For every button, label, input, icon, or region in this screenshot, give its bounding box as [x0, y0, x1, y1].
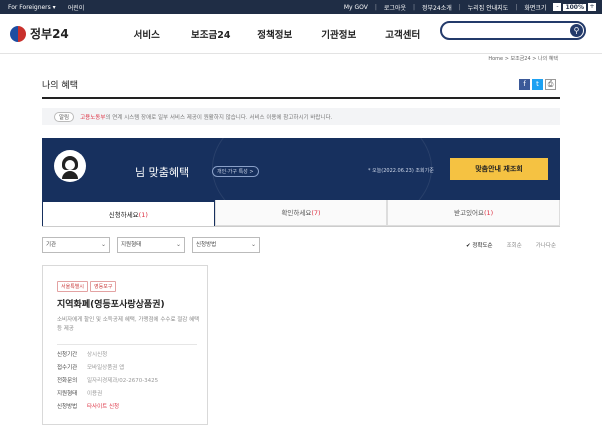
- info-row: 신청기간 상시신청: [57, 352, 108, 358]
- notice-text: 의 연계 시스템 장애로 일부 서비스 제공이 원활하지 않습니다. 서비스 이…: [105, 114, 333, 121]
- print-icon[interactable]: ⎙: [545, 79, 556, 90]
- notice-bar: 알림 고용노동부의 연계 시스템 장애로 일부 서비스 제공이 원활하지 않습니…: [42, 108, 560, 125]
- chevron-down-icon: ⌄: [250, 241, 256, 248]
- top-utility-bar: For Foreigners ▾ 어린이 My GOV | 로그아웃 | 정부2…: [0, 0, 602, 14]
- global-nav: 서비스 보조금24 정책정보 기관정보 고객센터: [115, 27, 435, 41]
- apply-method-link[interactable]: 타사이트 신청: [87, 401, 119, 414]
- mygov-link[interactable]: My GOV: [344, 4, 368, 11]
- benefit-banner: 님 맞춤혜택 개인·가구 특성 > * 오늘(2022.06.23) 조회기준 …: [42, 138, 560, 200]
- foreigners-link[interactable]: For Foreigners ▾: [8, 4, 56, 11]
- chevron-down-icon: ⌄: [175, 241, 181, 248]
- sort-options: ✔ 정확도순 조회순 가나다순: [466, 241, 556, 249]
- nav-service[interactable]: 서비스: [115, 27, 179, 41]
- region-tag: 서울특별시: [57, 281, 89, 292]
- taegeuk-icon: [10, 25, 26, 42]
- sort-accuracy[interactable]: ✔ 정확도순: [466, 241, 493, 249]
- avatar: [54, 150, 86, 182]
- query-date: * 오늘(2022.06.23) 조회기준: [368, 168, 434, 174]
- breadcrumb: Home > 보조금24 > 나의 혜택: [488, 56, 558, 62]
- notice-agency: 고용노동부: [80, 114, 106, 121]
- twitter-icon[interactable]: t: [532, 79, 543, 90]
- search-icon[interactable]: ⚲: [570, 24, 583, 37]
- mobile-link[interactable]: 어린이: [68, 3, 85, 12]
- divider: |: [458, 3, 461, 11]
- zoom-value: 100%: [563, 3, 586, 11]
- facebook-icon[interactable]: f: [519, 79, 530, 90]
- zoom-control: - 100% +: [553, 3, 596, 11]
- share-tools: f t ⎙: [519, 79, 556, 90]
- nav-subsidy[interactable]: 보조금24: [179, 27, 243, 41]
- info-row: 전화문의 일자리경제과/02-2670-3425: [57, 378, 159, 384]
- requery-button[interactable]: 맞춤안내 재조회: [450, 158, 548, 180]
- sitemap-link[interactable]: 누리집 안내지도: [468, 3, 509, 12]
- zoom-label: 화면크기: [524, 4, 547, 12]
- apply-method-select[interactable]: 신청방법 ⌄: [192, 237, 260, 253]
- zoom-in-button[interactable]: +: [588, 3, 596, 11]
- nav-support[interactable]: 고객센터: [371, 27, 435, 41]
- sort-alpha[interactable]: 가나다순: [536, 241, 556, 249]
- tab-receiving[interactable]: 받고있어요(1): [387, 200, 561, 226]
- region-tag: 영등포구: [90, 281, 117, 292]
- divider: |: [374, 3, 377, 11]
- title-divider: [42, 97, 560, 99]
- filter-bar: 기관 ⌄ 지원형태 ⌄ 신청방법 ⌄: [42, 237, 260, 253]
- benefit-card[interactable]: 서울특별시 영등포구 지역화폐(영등포사랑상품권) 소비자에게 할인 및 소득공…: [42, 265, 208, 425]
- main-header: 정부24 서비스 보조금24 정책정보 기관정보 고객센터 ⚲: [0, 14, 602, 54]
- divider: |: [515, 3, 518, 11]
- nav-agency[interactable]: 기관정보: [307, 27, 371, 41]
- sort-views[interactable]: 조회순: [507, 241, 522, 249]
- support-type-select[interactable]: 지원형태 ⌄: [117, 237, 185, 253]
- agency-select[interactable]: 기관 ⌄: [42, 237, 110, 253]
- about-link[interactable]: 정부24소개: [422, 3, 452, 12]
- characteristics-button[interactable]: 개인·가구 특성 >: [212, 166, 259, 177]
- divider: [57, 344, 197, 345]
- card-info: 신청기간 상시신청 접수기관 모바일상품권 앱 전화문의 일자리경제과/02-2670…: [57, 349, 158, 414]
- info-row: 지원형태 이용권: [57, 391, 103, 397]
- info-row: 신청방법 타사이트 신청: [57, 401, 158, 414]
- banner-title: 님 맞춤혜택: [135, 166, 190, 179]
- site-logo[interactable]: 정부24: [10, 25, 69, 42]
- card-title[interactable]: 지역화폐(영등포사랑상품권): [57, 297, 165, 310]
- tab-apply[interactable]: 신청하세요(1): [42, 200, 215, 226]
- page-title: 나의 혜택: [42, 81, 78, 91]
- benefit-tabs: 신청하세요(1) 확인하세요(7) 받고있어요(1): [42, 200, 561, 227]
- divider: |: [412, 3, 416, 11]
- notice-tag: 알림: [54, 111, 75, 122]
- region-tags: 서울특별시 영등포구: [57, 281, 117, 292]
- card-description: 소비자에게 할인 및 소득공제 혜택, 가맹점에 수수료 절감 혜택 등 제공: [57, 317, 200, 332]
- logo-text: 정부24: [30, 27, 69, 41]
- info-row: 접수기관 모바일상품권 앱: [57, 365, 125, 371]
- chevron-down-icon: ⌄: [100, 241, 106, 248]
- zoom-out-button[interactable]: -: [553, 3, 562, 11]
- tab-check[interactable]: 확인하세요(7): [214, 200, 388, 226]
- nav-policy[interactable]: 정책정보: [243, 27, 307, 41]
- logout-link[interactable]: 로그아웃: [384, 3, 406, 12]
- search-input[interactable]: ⚲: [440, 21, 586, 40]
